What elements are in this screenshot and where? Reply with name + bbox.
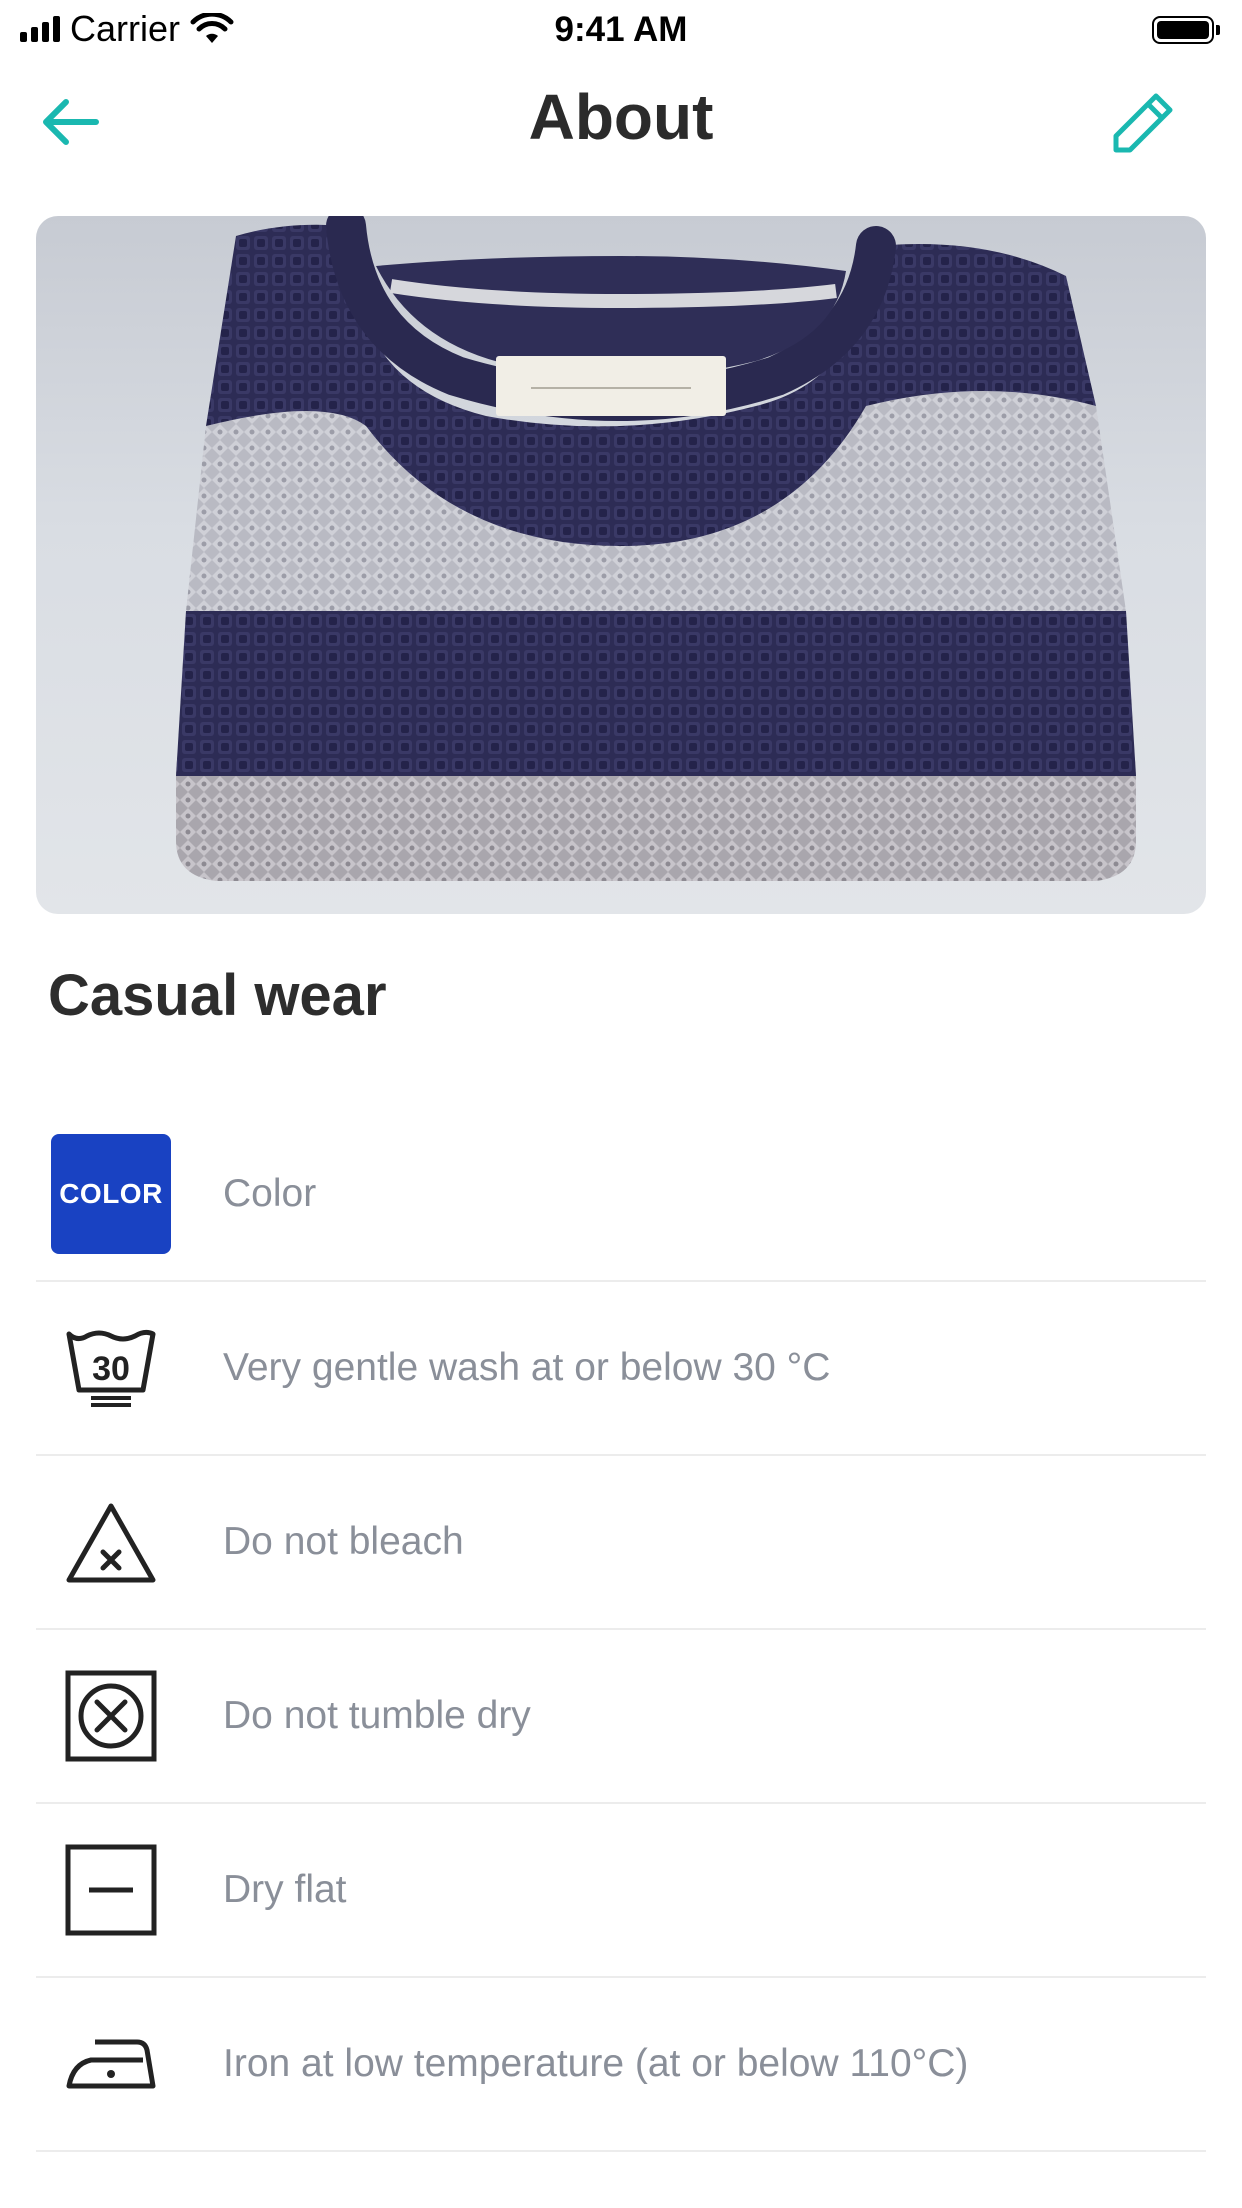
care-label: Do not bleach (223, 1520, 464, 1563)
care-instructions-list: COLOR Color 30 Very gentle wash at or be… (36, 1108, 1206, 2152)
sweater-image (176, 216, 1136, 881)
item-title: Casual wear (48, 963, 387, 1028)
product-image (36, 216, 1206, 914)
iron-low-icon (50, 2003, 172, 2125)
care-label: Very gentle wash at or below 30 °C (223, 1346, 831, 1389)
care-label: Dry flat (223, 1868, 347, 1911)
wash-temperature: 30 (92, 1350, 130, 1388)
do-not-tumble-dry-icon (50, 1655, 172, 1777)
care-row-iron[interactable]: Iron at low temperature (at or below 110… (36, 1978, 1206, 2152)
care-row-color[interactable]: COLOR Color (36, 1108, 1206, 1282)
dry-flat-icon (50, 1829, 172, 1951)
care-row-bleach[interactable]: Do not bleach (36, 1456, 1206, 1630)
care-row-tumble[interactable]: Do not tumble dry (36, 1630, 1206, 1804)
care-label: Do not tumble dry (223, 1694, 531, 1737)
page-title: About (528, 81, 714, 153)
care-label: Iron at low temperature (at or below 110… (223, 2042, 969, 2085)
do-not-bleach-icon (50, 1481, 172, 1603)
battery-icon (1152, 14, 1222, 46)
status-bar: Carrier 9:41 AM (0, 0, 1242, 60)
status-time: 9:41 AM (554, 10, 688, 49)
color-badge-icon: COLOR (50, 1133, 172, 1255)
care-row-wash[interactable]: 30 Very gentle wash at or below 30 °C (36, 1282, 1206, 1456)
color-badge: COLOR (51, 1134, 171, 1254)
nav-bar: About (0, 60, 1242, 185)
care-row-dry-flat[interactable]: Dry flat (36, 1804, 1206, 1978)
wash-30-icon: 30 (50, 1307, 172, 1429)
care-label: Color (223, 1172, 317, 1215)
pencil-icon[interactable] (1110, 90, 1176, 156)
